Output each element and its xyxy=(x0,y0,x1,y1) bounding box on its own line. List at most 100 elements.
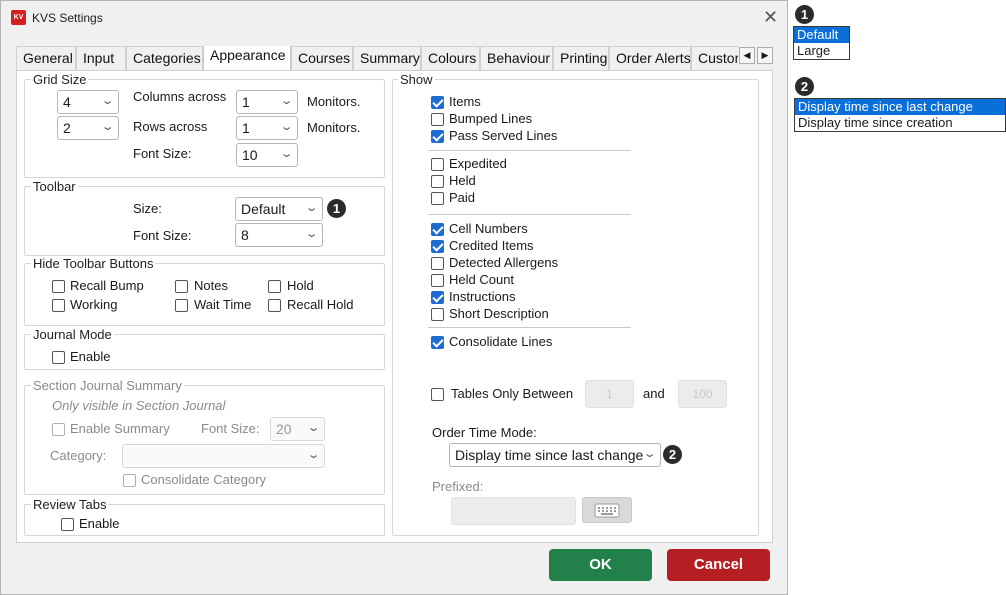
notes-label: Notes xyxy=(194,278,228,293)
prefixed-label: Prefixed: xyxy=(432,479,484,494)
show-detected-allergens-checkbox[interactable] xyxy=(431,257,444,270)
rows-monitors-label: Monitors. xyxy=(307,120,361,135)
tables-to-input[interactable]: 100 xyxy=(678,380,727,408)
toolbar-size-value: Default xyxy=(241,201,286,217)
chevron-down-icon: ⌄ xyxy=(100,121,115,133)
show-group xyxy=(392,79,759,536)
settings-window: KV KVS Settings ✕ General Input Categori… xyxy=(0,0,788,595)
tab-general[interactable]: General xyxy=(16,46,76,70)
wait-time-checkbox[interactable] xyxy=(175,299,188,312)
grid-size-title: Grid Size xyxy=(31,72,89,88)
cancel-button[interactable]: Cancel xyxy=(667,549,770,581)
rows-value: 2 xyxy=(63,120,71,136)
recall-hold-label: Recall Hold xyxy=(287,297,354,312)
keyboard-button[interactable] xyxy=(582,497,632,523)
tables-only-checkbox[interactable] xyxy=(431,388,444,401)
tab-strip: General Input Categories Appearance Cour… xyxy=(16,46,738,70)
rows-select[interactable]: 2 ⌄ xyxy=(57,116,119,140)
show-title: Show xyxy=(398,72,435,88)
tab-order-alerts[interactable]: Order Alerts xyxy=(609,46,691,70)
appearance-panel: Grid Size 4 ⌄ Columns across 1 ⌄ Monitors.… xyxy=(16,70,773,543)
show-items-checkbox[interactable] xyxy=(431,96,444,109)
journal-enable-label: Enable xyxy=(70,349,111,364)
show-instructions-checkbox[interactable] xyxy=(431,291,444,304)
grid-font-size-select[interactable]: 10 ⌄ xyxy=(236,143,298,167)
show-expedited-checkbox[interactable] xyxy=(431,158,444,171)
wait-time-label: Wait Time xyxy=(194,297,252,312)
chevron-down-icon: ⌄ xyxy=(642,448,657,460)
tab-scroll-left-icon[interactable]: ◀ xyxy=(739,47,755,64)
show-held-count-checkbox[interactable] xyxy=(431,274,444,287)
show-short-description-checkbox[interactable] xyxy=(431,308,444,321)
chevron-down-icon: ⌄ xyxy=(279,95,294,107)
dropdown-option[interactable]: Large xyxy=(794,43,849,59)
hide-toolbar-buttons-group xyxy=(24,263,385,326)
consolidate-category-checkbox[interactable] xyxy=(123,474,136,487)
show-held-checkbox[interactable] xyxy=(431,175,444,188)
tables-from-input[interactable]: 1 xyxy=(585,380,634,408)
toolbar-font-size-label: Font Size: xyxy=(133,228,192,243)
show-items-label: Items xyxy=(449,94,481,109)
tab-summary[interactable]: Summary xyxy=(353,46,421,70)
show-held-count-label: Held Count xyxy=(449,272,515,287)
tab-printing[interactable]: Printing xyxy=(553,46,609,70)
show-pass-served-lines-checkbox[interactable] xyxy=(431,130,444,143)
columns-monitors-label: Monitors. xyxy=(307,94,361,109)
hide-toolbar-buttons-title: Hide Toolbar Buttons xyxy=(31,256,156,272)
summary-font-size-select[interactable]: 20 ⌄ xyxy=(270,417,325,441)
tab-courses[interactable]: Courses xyxy=(291,46,353,70)
toolbar-font-size-value: 8 xyxy=(241,227,249,243)
show-held-label: Held xyxy=(449,173,476,188)
show-consolidate-lines-checkbox[interactable] xyxy=(431,336,444,349)
tables-and-label: and xyxy=(643,386,665,401)
tab-categories[interactable]: Categories xyxy=(126,46,203,70)
window-title: KVS Settings xyxy=(32,11,103,25)
toolbar-group xyxy=(24,186,385,256)
show-bumped-lines-checkbox[interactable] xyxy=(431,113,444,126)
tab-behaviour[interactable]: Behaviour xyxy=(480,46,553,70)
review-tabs-title: Review Tabs xyxy=(31,497,109,513)
dropdown-option[interactable]: Display time since creation xyxy=(795,115,1005,131)
recall-bump-checkbox[interactable] xyxy=(52,280,65,293)
chevron-down-icon: ⌄ xyxy=(279,148,294,160)
recall-hold-checkbox[interactable] xyxy=(268,299,281,312)
category-select[interactable]: ⌄ xyxy=(122,444,325,468)
dropdown-option[interactable]: Default xyxy=(794,27,849,43)
hold-checkbox[interactable] xyxy=(268,280,281,293)
columns-value: 4 xyxy=(63,94,71,110)
callout-badge-2-legend: 2 xyxy=(795,77,814,96)
show-paid-label: Paid xyxy=(449,190,476,205)
chevron-down-icon: ⌄ xyxy=(304,202,319,214)
show-credited-items-checkbox[interactable] xyxy=(431,240,444,253)
working-checkbox[interactable] xyxy=(52,299,65,312)
tab-custom[interactable]: Custor xyxy=(691,46,738,70)
notes-checkbox[interactable] xyxy=(175,280,188,293)
ok-button[interactable]: OK xyxy=(549,549,652,581)
tab-scroll-right-icon[interactable]: ▶ xyxy=(757,47,773,64)
callout-badge-1: 1 xyxy=(327,199,346,218)
callout-badge-1-legend: 1 xyxy=(795,5,814,24)
grid-font-size-value: 10 xyxy=(242,147,258,163)
rows-monitors-select[interactable]: 1 ⌄ xyxy=(236,116,298,140)
enable-summary-checkbox[interactable] xyxy=(52,423,65,436)
show-detected-allergens-label: Detected Allergens xyxy=(449,255,559,270)
tab-appearance[interactable]: Appearance xyxy=(203,46,291,70)
order-time-mode-select[interactable]: Display time since last change ⌄ xyxy=(449,443,661,467)
show-expedited-label: Expedited xyxy=(449,156,507,171)
review-tabs-enable-checkbox[interactable] xyxy=(61,518,74,531)
size-dropdown-list: Default Large xyxy=(793,26,850,60)
summary-font-size-value: 20 xyxy=(276,421,292,437)
show-pass-served-lines-label: Pass Served Lines xyxy=(449,128,558,143)
journal-enable-checkbox[interactable] xyxy=(52,351,65,364)
tab-input[interactable]: Input xyxy=(76,46,126,70)
show-paid-checkbox[interactable] xyxy=(431,192,444,205)
dropdown-option[interactable]: Display time since last change xyxy=(795,99,1005,115)
columns-monitors-select[interactable]: 1 ⌄ xyxy=(236,90,298,114)
prefixed-input[interactable] xyxy=(451,497,576,525)
columns-select[interactable]: 4 ⌄ xyxy=(57,90,119,114)
tab-colours[interactable]: Colours xyxy=(421,46,480,70)
close-icon[interactable]: ✕ xyxy=(763,7,778,27)
show-cell-numbers-checkbox[interactable] xyxy=(431,223,444,236)
toolbar-font-size-select[interactable]: 8 ⌄ xyxy=(235,223,323,247)
toolbar-size-select[interactable]: Default ⌄ xyxy=(235,197,323,221)
